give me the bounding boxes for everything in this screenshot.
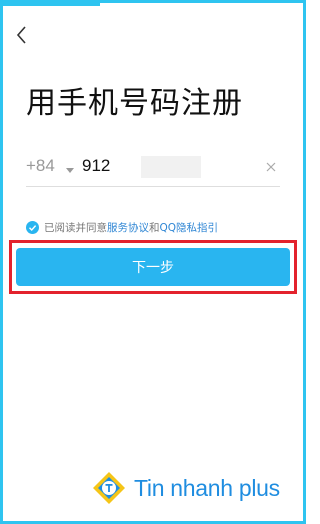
- agreement-row: 已阅读并同意 服务协议 和 QQ隐私指引: [26, 220, 218, 234]
- agreement-checkbox-icon[interactable]: [26, 220, 39, 234]
- back-icon[interactable]: [12, 24, 34, 46]
- terms-link[interactable]: 服务协议: [107, 220, 149, 235]
- phone-input-row: +84: [26, 150, 280, 187]
- agreement-conjunction: 和: [149, 221, 160, 234]
- dropdown-caret-icon[interactable]: [65, 160, 75, 173]
- watermark-logo-icon: [92, 471, 126, 505]
- country-code-selector[interactable]: +84: [26, 156, 55, 176]
- redacted-number-mask: [141, 156, 201, 178]
- next-button[interactable]: 下一步: [16, 248, 290, 286]
- watermark: Tin nhanh plus: [92, 471, 280, 505]
- privacy-link[interactable]: QQ隐私指引: [160, 220, 219, 235]
- top-strip: [0, 0, 100, 6]
- close-icon[interactable]: [264, 159, 278, 173]
- page-title: 用手机号码注册: [26, 86, 243, 121]
- agreement-prefix: 已阅读并同意: [44, 221, 107, 234]
- watermark-text: Tin nhanh plus: [134, 474, 280, 501]
